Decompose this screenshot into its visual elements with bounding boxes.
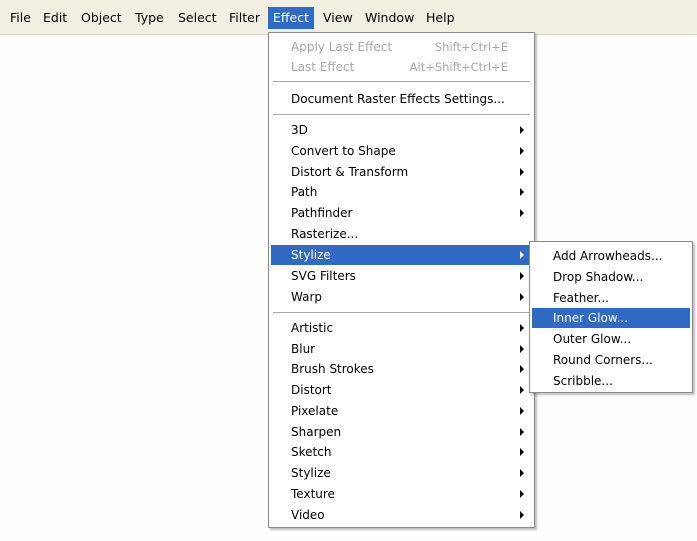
- menu-view[interactable]: View: [318, 7, 358, 29]
- submenu-arrow-icon: [520, 407, 524, 415]
- submenu-item-outer-glow[interactable]: Outer Glow...: [532, 329, 690, 349]
- menu-item-label: Sketch: [291, 445, 332, 459]
- submenu-arrow-icon: [520, 272, 524, 280]
- submenu-item-feather[interactable]: Feather...: [532, 288, 690, 308]
- menu-separator: [273, 81, 530, 83]
- submenu-arrow-icon: [520, 365, 524, 373]
- menu-separator: [273, 312, 530, 314]
- menu-item-label: Stylize: [291, 466, 331, 480]
- menu-item-shortcut: Alt+Shift+Ctrl+E: [409, 60, 508, 74]
- menu-object[interactable]: Object: [76, 7, 127, 29]
- menu-item-pixelate[interactable]: Pixelate: [271, 401, 532, 421]
- submenu-arrow-icon: [520, 251, 524, 259]
- submenu-arrow-icon: [520, 188, 524, 196]
- submenu-arrow-icon: [520, 126, 524, 134]
- submenu-arrow-icon: [520, 209, 524, 217]
- menu-item-distort[interactable]: Distort: [271, 380, 532, 400]
- menu-item-label: Rasterize...: [291, 227, 359, 241]
- submenu-item-label: Feather...: [553, 291, 609, 305]
- submenu-item-label: Scribble...: [553, 374, 613, 388]
- menu-item-label: Brush Strokes: [291, 362, 374, 376]
- menu-item-rasterize[interactable]: Rasterize...: [271, 224, 532, 244]
- menu-select[interactable]: Select: [173, 7, 222, 29]
- submenu-arrow-icon: [520, 386, 524, 394]
- menu-item-convert-to-shape[interactable]: Convert to Shape: [271, 141, 532, 161]
- menu-item-warp[interactable]: Warp: [271, 287, 532, 307]
- menu-item-document-raster-effects-settings[interactable]: Document Raster Effects Settings...: [271, 89, 532, 109]
- submenu-item-inner-glow[interactable]: Inner Glow...: [532, 308, 690, 328]
- menu-item-shortcut: Shift+Ctrl+E: [434, 40, 508, 54]
- menu-item-video[interactable]: Video: [271, 505, 532, 525]
- menu-item-label: Warp: [291, 290, 323, 304]
- menu-item-label: Last Effect: [291, 60, 355, 74]
- menu-type[interactable]: Type: [130, 7, 169, 29]
- menu-item-svg-filters[interactable]: SVG Filters: [271, 266, 532, 286]
- submenu-arrow-icon: [520, 511, 524, 519]
- menu-item-label: Texture: [291, 487, 335, 501]
- submenu-arrow-icon: [520, 469, 524, 477]
- submenu-arrow-icon: [520, 324, 524, 332]
- submenu-item-add-arrowheads[interactable]: Add Arrowheads...: [532, 246, 690, 266]
- submenu-arrow-icon: [520, 490, 524, 498]
- menu-item-blur[interactable]: Blur: [271, 339, 532, 359]
- menu-item-label: Distort & Transform: [291, 165, 409, 179]
- submenu-item-label: Add Arrowheads...: [553, 249, 663, 263]
- submenu-item-drop-shadow[interactable]: Drop Shadow...: [532, 267, 690, 287]
- menu-item-artistic[interactable]: Artistic: [271, 318, 532, 338]
- effect-menu: Apply Last Effect Shift+Ctrl+E Last Effe…: [268, 32, 535, 528]
- menu-item-3d[interactable]: 3D: [271, 120, 532, 140]
- submenu-item-label: Round Corners...: [553, 353, 653, 367]
- menu-edit[interactable]: Edit: [38, 7, 72, 29]
- menu-item-label: Artistic: [291, 321, 334, 335]
- menu-window[interactable]: Window: [360, 7, 419, 29]
- submenu-arrow-icon: [520, 448, 524, 456]
- menu-bar: File Edit Object Type Select Filter Effe…: [0, 0, 697, 35]
- menu-item-pathfinder[interactable]: Pathfinder: [271, 203, 532, 223]
- submenu-item-label: Outer Glow...: [553, 332, 632, 346]
- menu-item-label: Path: [291, 185, 318, 199]
- menu-item-label: Document Raster Effects Settings...: [291, 92, 505, 106]
- submenu-arrow-icon: [520, 168, 524, 176]
- menu-item-label: Distort: [291, 383, 332, 397]
- menu-item-stylize[interactable]: Stylize: [271, 245, 532, 265]
- menu-effect[interactable]: Effect: [268, 7, 314, 29]
- menu-item-label: Convert to Shape: [291, 144, 396, 158]
- submenu-item-round-corners[interactable]: Round Corners...: [532, 350, 690, 370]
- submenu-item-label: Drop Shadow...: [553, 270, 644, 284]
- menu-item-apply-last-effect[interactable]: Apply Last Effect Shift+Ctrl+E: [271, 37, 532, 57]
- menu-item-last-effect[interactable]: Last Effect Alt+Shift+Ctrl+E: [271, 57, 532, 77]
- stylize-submenu: Add Arrowheads... Drop Shadow... Feather…: [529, 241, 693, 393]
- menu-item-label: SVG Filters: [291, 269, 356, 283]
- submenu-item-scribble[interactable]: Scribble...: [532, 371, 690, 391]
- menu-separator: [273, 114, 530, 116]
- menu-item-label: Blur: [291, 342, 316, 356]
- submenu-arrow-icon: [520, 345, 524, 353]
- menu-help[interactable]: Help: [421, 7, 460, 29]
- submenu-item-label: Inner Glow...: [553, 311, 629, 325]
- menu-item-label: Pathfinder: [291, 206, 353, 220]
- menu-item-sharpen[interactable]: Sharpen: [271, 422, 532, 442]
- menu-item-label: 3D: [291, 123, 308, 137]
- menu-item-texture[interactable]: Texture: [271, 484, 532, 504]
- submenu-arrow-icon: [520, 293, 524, 301]
- menu-item-label: Video: [291, 508, 325, 522]
- submenu-arrow-icon: [520, 147, 524, 155]
- menu-file[interactable]: File: [5, 7, 36, 29]
- menu-item-label: Apply Last Effect: [291, 40, 393, 54]
- menu-item-label: Pixelate: [291, 404, 339, 418]
- submenu-arrow-icon: [520, 428, 524, 436]
- menu-filter[interactable]: Filter: [224, 7, 265, 29]
- menu-item-stylize-photoshop[interactable]: Stylize: [271, 463, 532, 483]
- menu-item-brush-strokes[interactable]: Brush Strokes: [271, 359, 532, 379]
- menu-item-label: Stylize: [291, 248, 331, 262]
- menu-item-path[interactable]: Path: [271, 182, 532, 202]
- menu-item-sketch[interactable]: Sketch: [271, 442, 532, 462]
- menu-item-distort-transform[interactable]: Distort & Transform: [271, 162, 532, 182]
- menu-item-label: Sharpen: [291, 425, 342, 439]
